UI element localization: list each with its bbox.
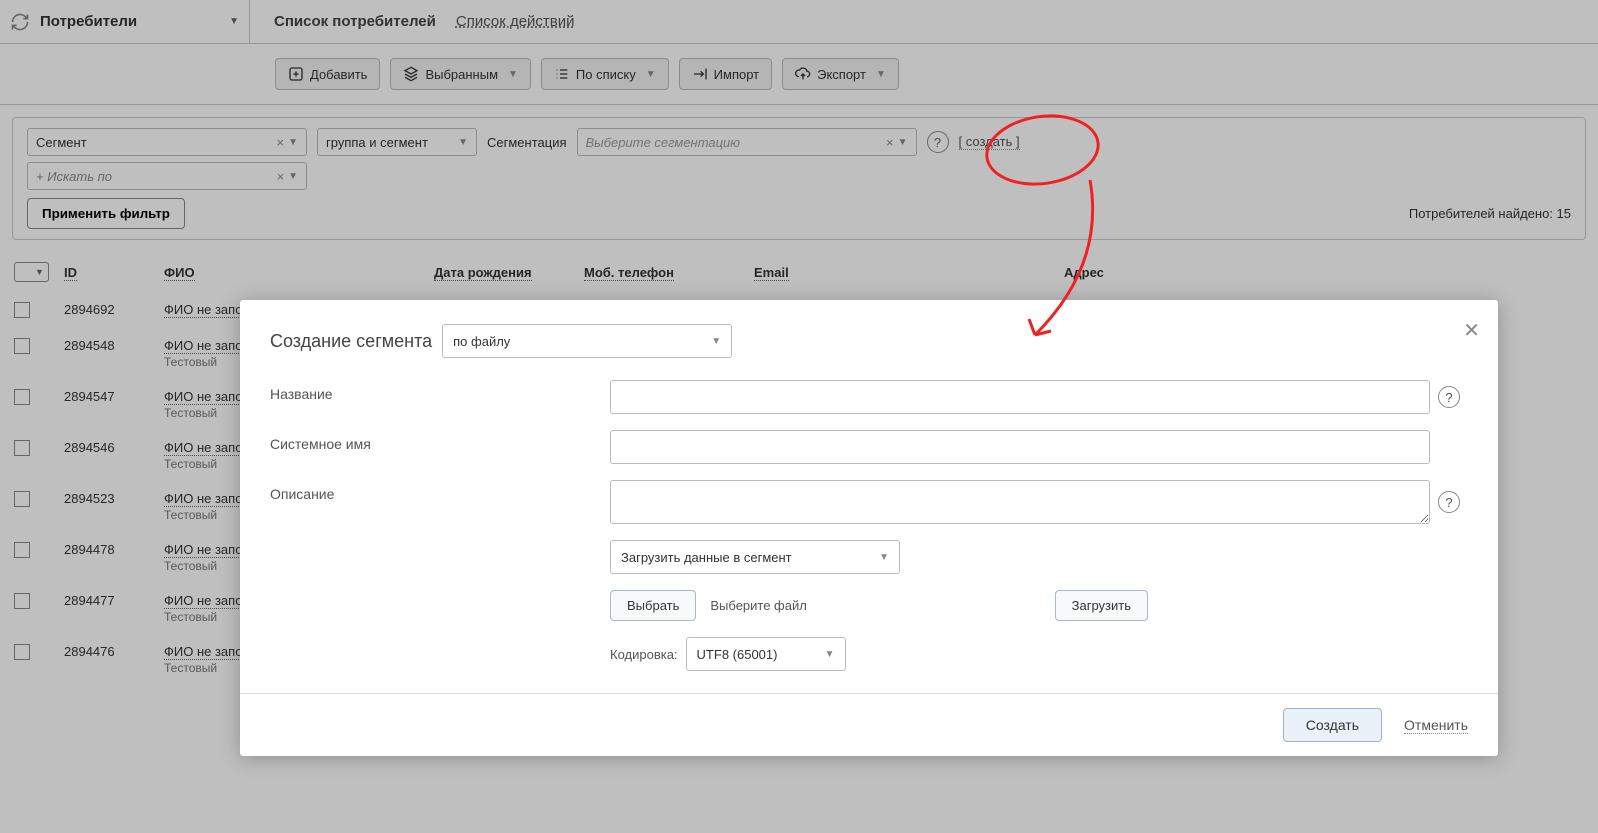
import-button-label: Импорт	[714, 67, 759, 82]
chevron-down-icon: ▼	[229, 16, 239, 27]
segment-select-label: Сегмент	[36, 135, 87, 150]
help-icon[interactable]: ?	[1438, 386, 1460, 408]
row-checkbox[interactable]	[14, 593, 30, 609]
toolbar: Добавить Выбранным ▼ По списку ▼ Импорт …	[0, 44, 1598, 105]
cloud-export-icon	[795, 66, 811, 82]
section-switcher[interactable]: Потребители ▼	[0, 0, 250, 43]
chevron-down-icon: ▼	[898, 137, 908, 148]
create-segment-modal: ✕ Создание сегмента по файлу ▼ Название …	[240, 300, 1498, 756]
th-dob[interactable]: Дата рождения	[434, 265, 532, 281]
encoding-label: Кодировка:	[610, 647, 678, 662]
chevron-down-icon: ▼	[867, 552, 889, 563]
segment-mode-select[interactable]: по файлу ▼	[442, 324, 732, 358]
row-checkbox[interactable]	[14, 542, 30, 558]
selected-button-label: Выбранным	[425, 67, 498, 82]
row-checkbox[interactable]	[14, 440, 30, 456]
add-button[interactable]: Добавить	[275, 58, 380, 90]
name-input[interactable]	[610, 380, 1430, 414]
row-checkbox[interactable]	[14, 644, 30, 660]
by-list-button[interactable]: По списку ▼	[541, 58, 669, 90]
help-icon[interactable]: ?	[927, 131, 949, 153]
choose-file-button[interactable]: Выбрать	[610, 590, 696, 621]
search-filter-input[interactable]: + Искать по × ▼	[27, 162, 307, 190]
results-count: Потребителей найдено: 15	[1409, 206, 1571, 221]
chevron-down-icon: ▼	[813, 649, 835, 660]
import-button[interactable]: Импорт	[679, 58, 772, 90]
clear-icon[interactable]: ×	[882, 135, 898, 150]
row-checkbox[interactable]	[14, 389, 30, 405]
tab-list-consumers[interactable]: Список потребителей	[274, 1, 436, 42]
cell-id: 2894546	[64, 440, 164, 455]
th-addr: Адрес	[1064, 265, 1104, 280]
export-button[interactable]: Экспорт ▼	[782, 58, 899, 90]
chevron-down-icon: ▼	[876, 69, 886, 80]
segmentation-select[interactable]: Выберите сегментацию × ▼	[577, 128, 917, 156]
selected-button[interactable]: Выбранным ▼	[390, 58, 530, 90]
chevron-down-icon: ▼	[508, 69, 518, 80]
clear-icon[interactable]: ×	[273, 169, 289, 184]
choose-file-hint: Выберите файл	[710, 598, 806, 613]
search-placeholder: + Искать по	[36, 169, 112, 184]
layers-icon	[403, 66, 419, 82]
apply-filter-button[interactable]: Применить фильтр	[27, 198, 185, 229]
cell-id: 2894523	[64, 491, 164, 506]
system-name-input[interactable]	[610, 430, 1430, 464]
cell-id: 2894547	[64, 389, 164, 404]
upload-button[interactable]: Загрузить	[1055, 590, 1148, 621]
create-segmentation-link[interactable]: [ создать ]	[959, 134, 1020, 150]
segmentation-label: Сегментация	[487, 135, 567, 150]
add-button-label: Добавить	[310, 67, 367, 82]
row-checkbox[interactable]	[14, 491, 30, 507]
chevron-down-icon: ▼	[288, 137, 298, 148]
group-segment-label: группа и сегмент	[326, 135, 428, 150]
chevron-down-icon: ▼	[32, 267, 47, 277]
chevron-down-icon: ▼	[646, 69, 656, 80]
label-name: Название	[270, 380, 610, 402]
list-icon	[554, 66, 570, 82]
export-button-label: Экспорт	[817, 67, 866, 82]
tab-list-actions[interactable]: Список действий	[456, 1, 575, 42]
by-list-button-label: По списку	[576, 67, 636, 82]
group-segment-select[interactable]: группа и сегмент ▼	[317, 128, 477, 156]
segment-mode-value: по файлу	[453, 334, 510, 349]
help-icon[interactable]: ?	[1438, 491, 1460, 513]
label-description: Описание	[270, 480, 610, 502]
encoding-value: UTF8 (65001)	[697, 647, 778, 662]
th-id[interactable]: ID	[64, 265, 77, 281]
chevron-down-icon: ▼	[699, 336, 721, 347]
plus-icon	[288, 66, 304, 82]
cell-id: 2894548	[64, 338, 164, 353]
row-checkbox[interactable]	[14, 338, 30, 354]
clear-icon[interactable]: ×	[273, 135, 289, 150]
refresh-icon	[10, 12, 30, 32]
table-header: ▼ ID ФИО Дата рождения Моб. телефон Emai…	[0, 252, 1598, 292]
create-button[interactable]: Создать	[1283, 708, 1382, 742]
close-icon[interactable]: ✕	[1463, 318, 1480, 343]
chevron-down-icon: ▼	[288, 171, 298, 182]
section-title: Потребители	[40, 13, 137, 30]
th-name[interactable]: ФИО	[164, 265, 195, 281]
th-email[interactable]: Email	[754, 265, 789, 281]
th-phone[interactable]: Моб. телефон	[584, 265, 674, 281]
load-mode-select[interactable]: Загрузить данные в сегмент ▼	[610, 540, 900, 574]
row-checkbox[interactable]	[14, 302, 30, 318]
segmentation-placeholder: Выберите сегментацию	[586, 135, 741, 150]
cancel-link[interactable]: Отменить	[1404, 717, 1468, 734]
load-mode-value: Загрузить данные в сегмент	[621, 550, 792, 565]
description-textarea[interactable]	[610, 480, 1430, 524]
cell-id: 2894477	[64, 593, 164, 608]
segment-select[interactable]: Сегмент × ▼	[27, 128, 307, 156]
encoding-select[interactable]: UTF8 (65001) ▼	[686, 637, 846, 671]
cell-id: 2894692	[64, 302, 164, 317]
select-all-checkbox[interactable]: ▼	[14, 262, 49, 282]
label-system-name: Системное имя	[270, 430, 610, 452]
cell-id: 2894478	[64, 542, 164, 557]
chevron-down-icon: ▼	[458, 137, 468, 148]
cell-id: 2894476	[64, 644, 164, 659]
filter-panel: Сегмент × ▼ группа и сегмент ▼ Сегментац…	[12, 117, 1586, 240]
import-icon	[692, 66, 708, 82]
modal-title: Создание сегмента	[270, 331, 432, 352]
